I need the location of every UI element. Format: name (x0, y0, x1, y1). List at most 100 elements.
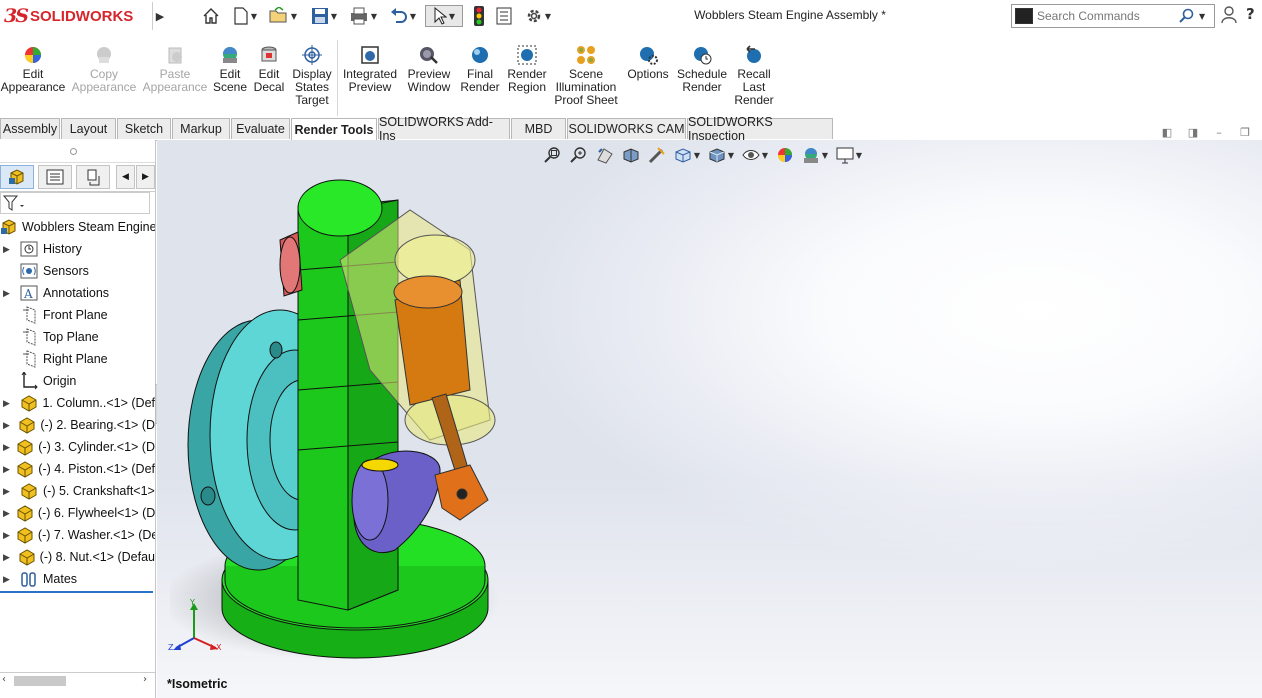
nut[interactable] (434, 464, 489, 521)
help-icon[interactable]: ? (1246, 5, 1255, 23)
bearing[interactable] (279, 231, 303, 297)
search-commands-box[interactable]: ▼ (1011, 4, 1215, 28)
tree-item-bearing[interactable]: ▶ (-) 2. Bearing.<1> (D (0, 414, 155, 436)
tile-left-icon[interactable]: ◧ (1160, 125, 1174, 139)
tab-evaluate[interactable]: Evaluate (231, 118, 290, 139)
magnifier-icon[interactable] (1179, 8, 1195, 24)
view-orientation-icon[interactable]: ▼ (673, 145, 701, 165)
expand-arrow-icon[interactable]: ▶ (3, 398, 13, 409)
restore-window-icon[interactable]: ❐ (1238, 125, 1252, 139)
tree-item-front-plane[interactable]: Front Plane (0, 304, 155, 326)
home-icon[interactable] (200, 5, 222, 27)
scene-illumination-proof-sheet-button[interactable]: Scene Illumination Proof Sheet (554, 45, 618, 107)
search-input[interactable] (1037, 9, 1177, 23)
tree-item-cylinder[interactable]: ▶ (-) 3. Cylinder.<1> (D (0, 436, 155, 458)
options-gear-icon[interactable]: ▼ (520, 5, 556, 27)
edit-appearance-hud-icon[interactable] (775, 145, 795, 165)
select-icon[interactable]: ▼ (425, 5, 463, 27)
tree-item-piston[interactable]: ▶ (-) 4. Piston.<1> (Def (0, 458, 155, 480)
panel-scroll-left-icon[interactable]: ◀ (116, 165, 135, 189)
render-options-button[interactable]: Options (624, 45, 672, 81)
search-dropdown-icon[interactable]: ▼ (1199, 12, 1205, 21)
expand-arrow-icon[interactable]: ▶ (3, 508, 10, 519)
copy-appearance-button[interactable]: Copy Appearance (72, 45, 136, 94)
tree-item-right-plane[interactable]: Right Plane (0, 348, 155, 370)
filter-icon[interactable] (3, 195, 27, 212)
expand-arrow-icon[interactable]: ▶ (3, 574, 13, 585)
menu-expand-arrow-icon[interactable]: ▶ (152, 2, 167, 30)
expand-arrow-icon[interactable]: ▶ (3, 442, 10, 453)
tree-root-assembly[interactable]: Wobblers Steam Engine A (0, 216, 155, 238)
panel-grip[interactable] (0, 140, 155, 163)
tree-item-nut[interactable]: ▶ (-) 8. Nut.<1> (Defau (0, 546, 155, 568)
expand-arrow-icon[interactable]: ▶ (3, 288, 13, 299)
apply-scene-icon[interactable]: ▼ (801, 145, 829, 165)
hide-show-items-icon[interactable]: ▼ (741, 145, 769, 165)
schedule-render-button[interactable]: Schedule Render (676, 45, 728, 94)
final-render-button[interactable]: Final Render (458, 45, 502, 94)
tree-item-annotations[interactable]: ▶ A Annotations (0, 282, 155, 304)
configuration-manager-tab[interactable] (76, 165, 110, 189)
view-settings-icon[interactable]: ▼ (835, 145, 863, 165)
dynamic-annotation-view-icon[interactable] (647, 145, 667, 165)
scrollbar-thumb[interactable] (14, 676, 66, 686)
recall-last-render-button[interactable]: Recall Last Render (732, 45, 776, 107)
expand-arrow-icon[interactable]: ▶ (3, 530, 10, 541)
steam-engine-model[interactable] (170, 170, 530, 670)
display-style-icon[interactable]: ▼ (707, 145, 735, 165)
panel-scroll-right-icon[interactable]: ▶ (136, 165, 155, 189)
user-account-icon[interactable] (1221, 6, 1239, 26)
edit-decal-button[interactable]: Edit Decal (250, 45, 288, 94)
section-view-icon[interactable] (621, 145, 641, 165)
save-icon[interactable]: ▼ (307, 5, 341, 27)
tree-item-sensors[interactable]: Sensors (0, 260, 155, 282)
tree-item-washer[interactable]: ▶ (-) 7. Washer.<1> (De (0, 524, 155, 546)
tab-assembly[interactable]: Assembly (0, 118, 60, 139)
rebuild-traffic-light-icon[interactable] (470, 5, 488, 27)
tree-item-top-plane[interactable]: Top Plane (0, 326, 155, 348)
tab-sketch[interactable]: Sketch (117, 118, 171, 139)
tab-mbd[interactable]: MBD (511, 118, 566, 139)
tab-render-tools[interactable]: Render Tools (291, 118, 377, 140)
print-icon[interactable]: ▼ (346, 5, 380, 27)
feature-manager-tab[interactable] (0, 165, 34, 189)
tree-item-origin[interactable]: Origin (0, 370, 155, 392)
zoom-to-fit-icon[interactable] (543, 145, 563, 165)
tree-item-mates[interactable]: ▶ Mates (0, 568, 155, 590)
render-region-button[interactable]: Render Region (505, 45, 549, 94)
tree-horizontal-scrollbar[interactable]: ‹ › (0, 672, 155, 689)
undo-icon[interactable]: ▼ (386, 5, 420, 27)
tile-right-icon[interactable]: ◨ (1186, 125, 1200, 139)
tab-solidworks-cam[interactable]: SOLIDWORKS CAM (567, 118, 686, 139)
expand-arrow-icon[interactable]: ▶ (3, 244, 13, 255)
scroll-right-icon[interactable]: › (143, 674, 147, 685)
preview-window-button[interactable]: Preview Window (404, 45, 454, 94)
minimize-window-icon[interactable]: – (1212, 125, 1226, 139)
zoom-to-area-icon[interactable] (569, 145, 589, 165)
tab-markup[interactable]: Markup (172, 118, 230, 139)
tree-item-flywheel[interactable]: ▶ (-) 6. Flywheel<1> (D (0, 502, 155, 524)
edit-scene-button[interactable]: Edit Scene (210, 45, 250, 94)
scroll-left-icon[interactable]: ‹ (2, 674, 6, 685)
tree-filter-row[interactable] (0, 192, 150, 214)
integrated-preview-button[interactable]: Integrated Preview (340, 45, 400, 94)
tree-item-history[interactable]: ▶ History (0, 238, 155, 260)
tree-item-column[interactable]: ▶ 1. Column..<1> (Def (0, 392, 155, 414)
previous-view-icon[interactable] (595, 145, 615, 165)
expand-arrow-icon[interactable]: ▶ (3, 420, 12, 431)
expand-arrow-icon[interactable]: ▶ (3, 486, 13, 497)
expand-arrow-icon[interactable]: ▶ (3, 464, 10, 475)
tab-solidworks-inspection[interactable]: SOLIDWORKS Inspection (687, 115, 833, 143)
expand-arrow-icon[interactable]: ▶ (3, 552, 12, 563)
tab-solidworks-add-ins[interactable]: SOLIDWORKS Add-Ins (378, 115, 510, 143)
tree-item-crankshaft[interactable]: ▶ (-) 5. Crankshaft<1> (0, 480, 155, 502)
edit-appearance-button[interactable]: Edit Appearance (1, 45, 65, 94)
display-states-target-button[interactable]: Display States Target (290, 45, 334, 107)
open-folder-icon[interactable]: ▼ (266, 5, 300, 27)
tab-layout[interactable]: Layout (61, 118, 116, 139)
property-manager-tab[interactable] (38, 165, 72, 189)
solidworks-logo[interactable]: 3S SOLIDWORKS (4, 2, 150, 30)
file-properties-icon[interactable] (494, 5, 514, 27)
new-document-icon[interactable]: ▼ (228, 5, 262, 27)
paste-appearance-button[interactable]: Paste Appearance (143, 45, 207, 94)
